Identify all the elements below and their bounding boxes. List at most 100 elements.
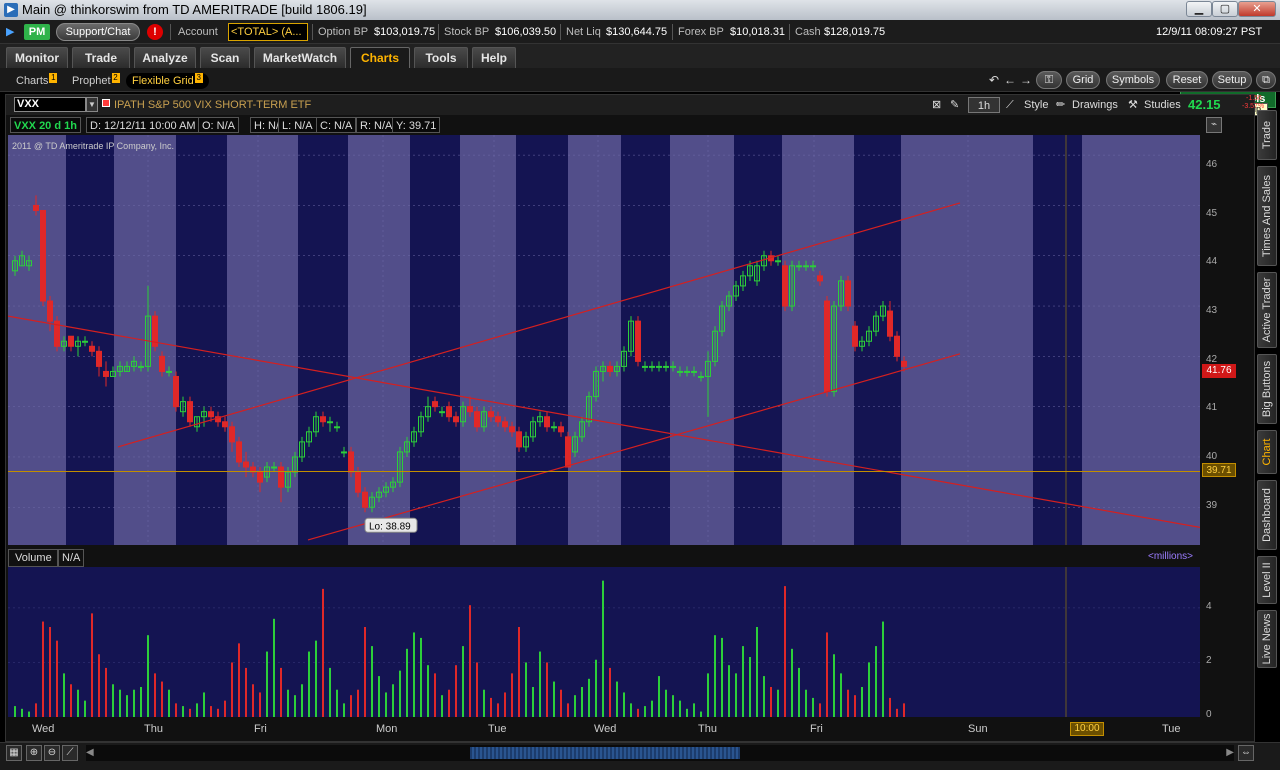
dock-tab-active-trader[interactable]: Active Trader — [1257, 272, 1277, 348]
subtab-label: Charts — [16, 75, 49, 87]
dock-tab-label: Trade — [1261, 120, 1273, 150]
drawings-button[interactable]: Drawings — [1072, 97, 1118, 113]
pm-badge[interactable]: PM — [24, 24, 50, 40]
close-button[interactable]: ✕ — [1238, 1, 1276, 17]
x-label: Wed — [594, 723, 617, 735]
quote-flag-icon[interactable] — [102, 99, 110, 107]
dock-tab-level-ii[interactable]: Level II — [1257, 556, 1277, 604]
low-label: Lo: 38.89 — [364, 517, 418, 533]
candle-body — [439, 411, 445, 414]
candle-body — [96, 350, 102, 367]
crosshair-icon[interactable]: ⊠ — [932, 97, 941, 113]
dock-tab-label: Active Trader — [1261, 277, 1273, 343]
scroll-left-icon[interactable]: ◀ — [86, 747, 94, 758]
account-select[interactable]: <TOTAL> (A... — [228, 23, 308, 41]
cursor-price-flag: 39.71 — [1202, 463, 1236, 477]
chart-settings-icon[interactable]: ⌁ — [1206, 117, 1222, 133]
setup-button[interactable]: Setup — [1212, 71, 1252, 89]
expand-icon[interactable]: ⇔ — [1238, 745, 1254, 761]
tab-charts[interactable]: Charts — [350, 47, 410, 68]
grid-layout-icon[interactable]: ▦ — [6, 745, 22, 761]
subtab-number: 3 — [194, 73, 203, 83]
support-chat-button[interactable]: Support/Chat — [56, 23, 140, 41]
info-y: Y: 39.71 — [392, 117, 441, 133]
info-open: O: N/A — [198, 117, 240, 133]
price-chart[interactable]: 2011 @ TD Ameritrade IP Company, Inc. Lo… — [8, 135, 1200, 545]
minimize-button[interactable]: ▁ — [1186, 1, 1212, 17]
symbol-input[interactable]: VXX — [14, 97, 86, 112]
style-button[interactable]: Style — [1024, 97, 1048, 113]
zoom-out-icon[interactable]: ⊖ — [44, 745, 60, 761]
scroll-thumb[interactable] — [470, 747, 740, 759]
tab-analyze[interactable]: Analyze — [134, 47, 196, 68]
candle-body — [82, 340, 88, 343]
symbols-button[interactable]: Symbols — [1106, 71, 1160, 89]
candle-body — [509, 426, 515, 433]
back-arrow-icon[interactable]: ← — [1002, 71, 1018, 89]
dock-tab-trade[interactable]: Trade — [1257, 110, 1277, 160]
draw-line-icon[interactable]: ⟋ — [62, 745, 78, 761]
candle-body — [467, 406, 473, 413]
candle-body — [355, 471, 361, 493]
charts-subtabs: Charts 1 Prophet 2 Flexible Grid 3 ↶ ← → ⚿ … — [0, 68, 1280, 92]
subtab-label: Flexible Grid — [132, 75, 194, 87]
dock-tab-dashboard[interactable]: Dashboard — [1257, 480, 1277, 550]
studies-icon[interactable]: ⚒ — [1128, 97, 1138, 113]
candle-body — [698, 375, 704, 378]
style-icon[interactable]: ⟋ — [1006, 97, 1014, 113]
candle-body — [607, 365, 613, 372]
session-band — [298, 135, 348, 545]
candle-body — [502, 421, 508, 428]
tab-scan[interactable]: Scan — [200, 47, 250, 68]
y-tick: 39 — [1206, 500, 1218, 511]
option-bp-value: $103,019.75 — [374, 26, 436, 38]
cursor-time-flag: 10:00 — [1070, 722, 1104, 736]
scroll-right-icon[interactable]: ▶ — [1226, 747, 1234, 758]
tab-monitor[interactable]: Monitor — [6, 47, 68, 68]
undo-icon[interactable]: ↶ — [986, 71, 1002, 89]
tab-trade[interactable]: Trade — [72, 47, 130, 68]
play-icon[interactable]: ▶ — [6, 20, 14, 44]
aggregation-select[interactable]: 1h — [968, 97, 1000, 113]
detach-icon[interactable]: ⧉ — [1256, 71, 1276, 89]
candle-body — [887, 310, 893, 337]
alert-icon[interactable]: ! — [147, 24, 163, 40]
title-bar: ▶ Main @ thinkorswim from TD AMERITRADE … — [0, 0, 1280, 20]
dock-tab-live-news[interactable]: Live News — [1257, 610, 1277, 668]
candle-body — [775, 260, 781, 263]
symbol-dropdown-icon[interactable]: ▼ — [86, 97, 98, 112]
zoom-in-icon[interactable]: ⊕ — [26, 745, 42, 761]
wrench-icon[interactable]: ✎ — [950, 97, 959, 113]
cash-value: $128,019.75 — [824, 26, 886, 38]
reset-button[interactable]: Reset — [1166, 71, 1208, 89]
candle-body — [670, 365, 676, 368]
subtab-charts[interactable]: Charts 1 — [16, 73, 58, 89]
x-label: Sun — [968, 723, 988, 735]
tab-tools[interactable]: Tools — [414, 47, 468, 68]
studies-button[interactable]: Studies — [1144, 97, 1181, 113]
dock-tab-chart[interactable]: Chart — [1257, 430, 1277, 474]
link-icon[interactable]: ⚿ — [1036, 71, 1062, 89]
session-band — [854, 135, 901, 545]
candle-body — [89, 345, 95, 352]
maximize-button[interactable]: ▢ — [1212, 1, 1238, 17]
candle-body — [446, 406, 452, 418]
forward-arrow-icon[interactable]: → — [1018, 71, 1034, 89]
tab-help[interactable]: Help — [472, 47, 516, 68]
candle-body — [271, 466, 277, 469]
drawings-icon[interactable]: ✏ — [1056, 97, 1065, 113]
subtab-prophet[interactable]: Prophet 2 — [72, 73, 120, 89]
main-nav: Monitor Trade Analyze Scan MarketWatch C… — [0, 44, 1280, 116]
dock-tab-times-and-sales[interactable]: Times And Sales — [1257, 166, 1277, 266]
candle-body — [33, 204, 39, 211]
grid-button[interactable]: Grid — [1066, 71, 1100, 89]
net-liq-label: Net Liq — [566, 26, 601, 38]
dock-tab-big-buttons[interactable]: Big Buttons — [1257, 354, 1277, 424]
volume-chart[interactable] — [8, 567, 1200, 717]
candle-body — [488, 411, 494, 418]
candle-body — [103, 370, 109, 377]
time-scrollbar[interactable]: ◀ ▶ — [86, 745, 1234, 761]
subtab-flexible-grid[interactable]: Flexible Grid 3 — [126, 73, 209, 89]
candle-body — [656, 365, 662, 368]
tab-marketwatch[interactable]: MarketWatch — [254, 47, 346, 68]
